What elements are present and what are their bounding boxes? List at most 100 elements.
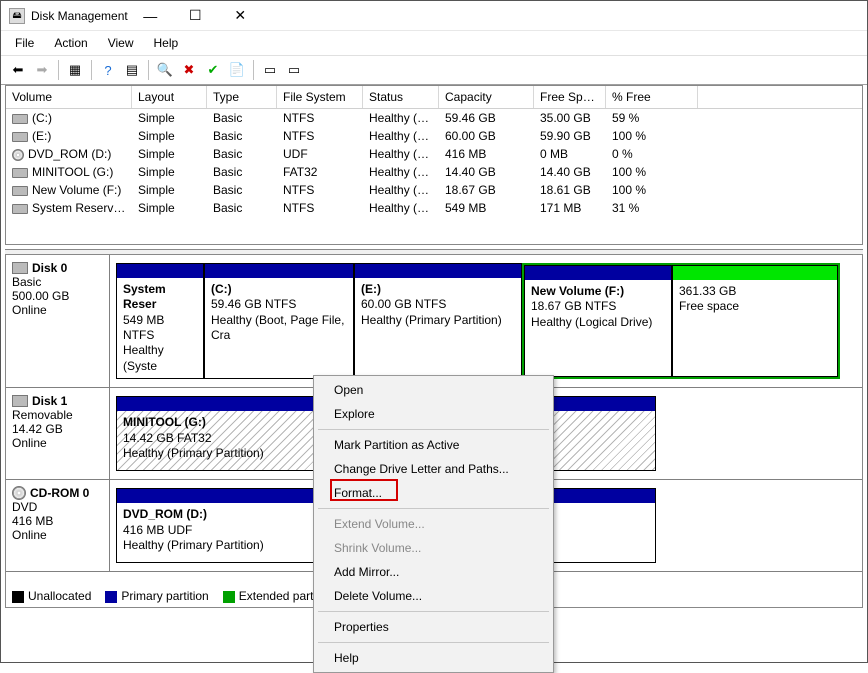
- partition[interactable]: (E:)60.00 GB NTFSHealthy (Primary Partit…: [354, 263, 522, 379]
- legend-item: Primary partition: [105, 589, 208, 603]
- menu-action[interactable]: Action: [44, 33, 97, 53]
- volume-cell: Simple: [132, 163, 207, 181]
- legend-swatch: [223, 591, 235, 603]
- titlebar: 🖴 Disk Management — ☐ ✕: [1, 1, 867, 31]
- volume-cell: 59 %: [606, 109, 698, 127]
- context-item[interactable]: Format...: [316, 481, 551, 505]
- drive-icon: [12, 395, 28, 407]
- refresh-button[interactable]: ▤: [121, 59, 143, 81]
- volume-row[interactable]: (E:)SimpleBasicNTFSHealthy (P...60.00 GB…: [6, 127, 862, 145]
- rescan-button[interactable]: 🔍: [154, 59, 176, 81]
- legend-item: Unallocated: [12, 589, 91, 603]
- volume-row[interactable]: (C:)SimpleBasicNTFSHealthy (B...59.46 GB…: [6, 109, 862, 127]
- show-hide-button[interactable]: ▦: [64, 59, 86, 81]
- context-item: Shrink Volume...: [316, 536, 551, 560]
- partition-body: (E:)60.00 GB NTFSHealthy (Primary Partit…: [355, 278, 521, 378]
- context-item[interactable]: Delete Volume...: [316, 584, 551, 608]
- volume-table: VolumeLayoutTypeFile SystemStatusCapacit…: [5, 85, 863, 245]
- delete-button[interactable]: ✖: [178, 59, 200, 81]
- volume-cell: Simple: [132, 181, 207, 199]
- drive-icon: [12, 168, 28, 178]
- maximize-button[interactable]: ☐: [173, 2, 218, 30]
- action-button[interactable]: 📄: [226, 59, 248, 81]
- forward-button[interactable]: ➡: [31, 59, 53, 81]
- volume-cell: Healthy (B...: [363, 109, 439, 127]
- volume-row[interactable]: New Volume (F:)SimpleBasicNTFSHealthy (L…: [6, 181, 862, 199]
- volume-cell: Simple: [132, 127, 207, 145]
- partition[interactable]: 361.33 GBFree space: [672, 265, 838, 377]
- context-separator: [318, 611, 549, 612]
- column-header[interactable]: Layout: [132, 86, 207, 108]
- menu-file[interactable]: File: [5, 33, 44, 53]
- drive-icon: [12, 262, 28, 274]
- volume-cell: (E:): [6, 127, 132, 145]
- disc-icon: [12, 149, 24, 161]
- drive-icon: [12, 186, 28, 196]
- back-button[interactable]: ⬅: [7, 59, 29, 81]
- context-item[interactable]: Mark Partition as Active: [316, 433, 551, 457]
- volume-cell: Simple: [132, 109, 207, 127]
- volume-cell: 100 %: [606, 127, 698, 145]
- disk-label[interactable]: CD-ROM 0DVD416 MBOnline: [6, 480, 110, 571]
- context-item[interactable]: Properties: [316, 615, 551, 639]
- partition-body: New Volume (F:)18.67 GB NTFSHealthy (Log…: [525, 280, 671, 376]
- partition[interactable]: (C:)59.46 GB NTFSHealthy (Boot, Page Fil…: [204, 263, 354, 379]
- column-header[interactable]: File System: [277, 86, 363, 108]
- volume-cell: 0 %: [606, 145, 698, 163]
- close-button[interactable]: ✕: [218, 2, 263, 30]
- volume-row[interactable]: System ReservedSimpleBasicNTFSHealthy (S…: [6, 199, 862, 217]
- volume-cell: 59.90 GB: [534, 127, 606, 145]
- context-separator: [318, 642, 549, 643]
- extended-partition: New Volume (F:)18.67 GB NTFSHealthy (Log…: [522, 263, 840, 379]
- partition[interactable]: New Volume (F:)18.67 GB NTFSHealthy (Log…: [524, 265, 672, 377]
- context-item[interactable]: Add Mirror...: [316, 560, 551, 584]
- column-header[interactable]: Capacity: [439, 86, 534, 108]
- toolbar: ⬅ ➡ ▦ ? ▤ 🔍 ✖ ✔ 📄 ▭ ▭: [1, 55, 867, 85]
- volume-cell: Basic: [207, 145, 277, 163]
- volume-cell: 60.00 GB: [439, 127, 534, 145]
- view-bottom-button[interactable]: ▭: [283, 59, 305, 81]
- volume-row[interactable]: MINITOOL (G:)SimpleBasicFAT32Healthy (P.…: [6, 163, 862, 181]
- volume-cell: FAT32: [277, 163, 363, 181]
- column-header[interactable]: Status: [363, 86, 439, 108]
- help-button[interactable]: ?: [97, 59, 119, 81]
- volume-cell: NTFS: [277, 127, 363, 145]
- volume-cell: NTFS: [277, 109, 363, 127]
- volume-cell: Basic: [207, 109, 277, 127]
- volume-row[interactable]: DVD_ROM (D:)SimpleBasicUDFHealthy (P...4…: [6, 145, 862, 163]
- menu-help[interactable]: Help: [144, 33, 189, 53]
- context-item[interactable]: Open: [316, 378, 551, 402]
- volume-cell: 100 %: [606, 181, 698, 199]
- partition[interactable]: System Reser549 MB NTFSHealthy (Syste: [116, 263, 204, 379]
- context-item[interactable]: Explore: [316, 402, 551, 426]
- volume-cell: 171 MB: [534, 199, 606, 217]
- column-header[interactable]: % Free: [606, 86, 698, 108]
- legend-item: Extended part: [223, 589, 314, 603]
- volume-cell: Healthy (S...: [363, 199, 439, 217]
- partition-body: 361.33 GBFree space: [673, 280, 837, 376]
- partition-color-bar: [355, 264, 521, 278]
- context-item[interactable]: Help: [316, 646, 551, 670]
- column-header[interactable]: Free Spa...: [534, 86, 606, 108]
- disk-partitions: System Reser549 MB NTFSHealthy (Syste(C:…: [110, 255, 862, 387]
- column-header[interactable]: Type: [207, 86, 277, 108]
- volume-cell: Simple: [132, 199, 207, 217]
- volume-cell: 18.67 GB: [439, 181, 534, 199]
- partition-color-bar: [117, 264, 203, 278]
- volume-cell: Healthy (P...: [363, 127, 439, 145]
- volume-cell: 416 MB: [439, 145, 534, 163]
- column-header[interactable]: Volume: [6, 86, 132, 108]
- volume-cell: Basic: [207, 127, 277, 145]
- properties-button[interactable]: ✔: [202, 59, 224, 81]
- disk-label[interactable]: Disk 0Basic500.00 GBOnline: [6, 255, 110, 387]
- context-menu: OpenExplore Mark Partition as ActiveChang…: [313, 375, 554, 673]
- view-top-button[interactable]: ▭: [259, 59, 281, 81]
- partition-color-bar: [673, 266, 837, 280]
- volume-cell: Basic: [207, 163, 277, 181]
- menu-view[interactable]: View: [98, 33, 144, 53]
- context-item[interactable]: Change Drive Letter and Paths...: [316, 457, 551, 481]
- disk-label[interactable]: Disk 1Removable14.42 GBOnline: [6, 388, 110, 479]
- minimize-button[interactable]: —: [128, 2, 173, 30]
- disk-row: Disk 0Basic500.00 GBOnlineSystem Reser54…: [6, 255, 862, 388]
- partition-body: System Reser549 MB NTFSHealthy (Syste: [117, 278, 203, 378]
